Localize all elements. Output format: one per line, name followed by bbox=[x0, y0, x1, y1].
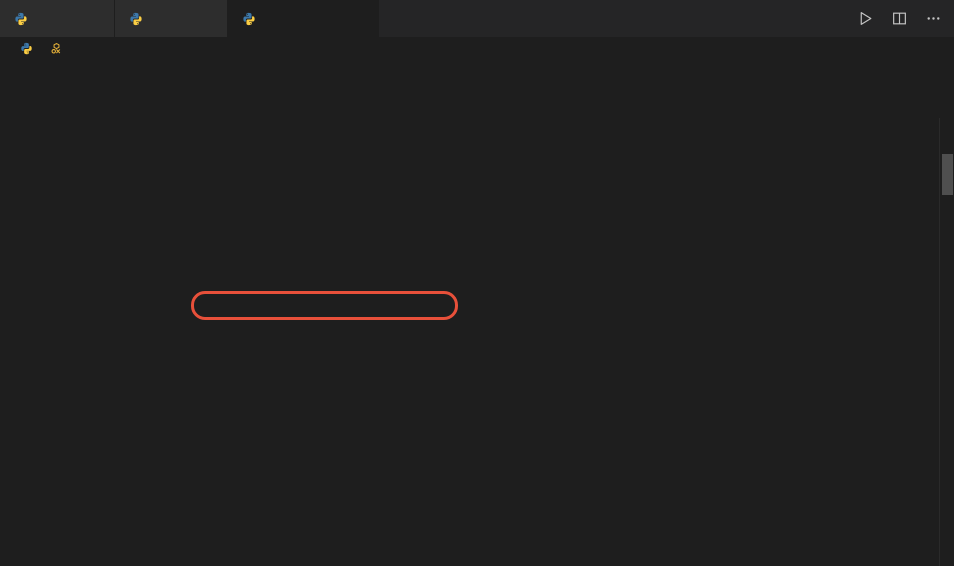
class-icon bbox=[51, 42, 61, 53]
more-actions-icon[interactable] bbox=[918, 5, 948, 33]
tab-itemlist-py[interactable] bbox=[115, 0, 228, 37]
editor-toolbar bbox=[850, 0, 948, 37]
vscode-window bbox=[0, 0, 954, 566]
run-icon[interactable] bbox=[850, 5, 880, 33]
python-icon bbox=[21, 42, 32, 54]
split-editor-icon[interactable] bbox=[884, 5, 914, 33]
python-icon bbox=[15, 12, 27, 25]
breadcrumb bbox=[0, 37, 954, 59]
code-content[interactable] bbox=[50, 59, 954, 566]
breadcrumb-item-basesettings[interactable] bbox=[50, 42, 68, 55]
breadcrumb-item-settings-py[interactable] bbox=[20, 42, 38, 55]
code-editor[interactable] bbox=[0, 59, 954, 566]
line-number-gutter bbox=[0, 59, 50, 566]
editor-tab-bar bbox=[0, 0, 954, 37]
tab-settings-py[interactable] bbox=[228, 0, 379, 37]
tab-run-py[interactable] bbox=[0, 0, 115, 37]
scrollbar-thumb[interactable] bbox=[942, 154, 953, 195]
vertical-scrollbar[interactable] bbox=[940, 118, 954, 566]
python-icon bbox=[243, 12, 255, 25]
python-icon bbox=[130, 12, 142, 25]
